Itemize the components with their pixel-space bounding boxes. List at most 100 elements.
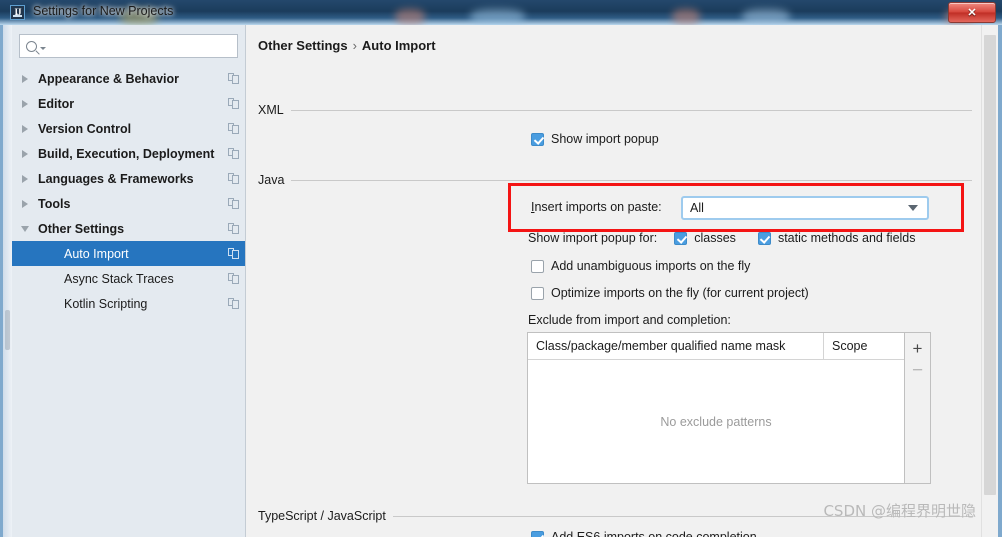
settings-tree: Appearance & Behavior Editor Version Contr… <box>12 66 245 316</box>
dialog-left-gutter <box>3 25 12 537</box>
checkbox-row-show-import-popup[interactable]: Show import popup <box>531 132 659 146</box>
exclude-table-empty-text: No exclude patterns <box>660 414 772 429</box>
checkbox-row-add-es6-imports[interactable]: Add ES6 imports on code completion <box>531 530 757 537</box>
sidebar-item-label: Build, Execution, Deployment <box>38 146 215 161</box>
copy-settings-icon[interactable] <box>228 273 239 284</box>
sidebar-item-build-execution-deployment[interactable]: Build, Execution, Deployment <box>12 141 245 166</box>
copy-settings-icon[interactable] <box>228 248 239 259</box>
sidebar-item-kotlin-scripting[interactable]: Kotlin Scripting <box>12 291 245 316</box>
sidebar-item-label: Tools <box>38 196 71 211</box>
column-header-scope[interactable]: Scope <box>824 333 904 359</box>
window-title: Settings for New Projects <box>33 4 174 18</box>
checkbox-label-add-es6-imports: Add ES6 imports on code completion <box>551 530 757 537</box>
checkbox-show-import-popup[interactable] <box>531 132 544 146</box>
copy-settings-icon[interactable] <box>228 98 239 109</box>
section-header-java: Java <box>258 173 972 187</box>
sidebar-item-async-stack-traces[interactable]: Async Stack Traces <box>12 266 245 291</box>
insert-imports-on-paste-select[interactable]: All <box>681 196 929 220</box>
watermark: CSDN @编程界明世隐 <box>823 502 976 520</box>
copy-settings-icon[interactable] <box>228 148 239 159</box>
chevron-right-icon[interactable] <box>22 74 28 83</box>
exclude-table-header: Class/package/member qualified name mask… <box>528 333 904 360</box>
checkbox-classes[interactable] <box>674 231 688 245</box>
chevron-down-icon <box>40 46 46 50</box>
checkbox-optimize-imports[interactable] <box>531 286 544 300</box>
sidebar-item-other-settings[interactable]: Other Settings <box>12 216 245 241</box>
copy-settings-icon[interactable] <box>228 298 239 309</box>
settings-dialog: Appearance & Behavior Editor Version Contr… <box>0 25 1002 537</box>
sidebar-item-editor[interactable]: Editor <box>12 91 245 116</box>
sidebar-item-auto-import[interactable]: Auto Import <box>12 241 245 266</box>
copy-settings-icon[interactable] <box>228 73 239 84</box>
sidebar-item-label: Kotlin Scripting <box>64 296 148 311</box>
checkbox-label-optimize-imports: Optimize imports on the fly (for current… <box>551 286 809 300</box>
section-rule <box>291 179 972 181</box>
sidebar-item-appearance-behavior[interactable]: Appearance & Behavior <box>12 66 245 91</box>
search-input[interactable] <box>51 38 225 54</box>
checkbox-add-es6-imports[interactable] <box>531 530 544 537</box>
breadcrumb-root[interactable]: Other Settings <box>258 38 348 53</box>
copy-settings-icon[interactable] <box>228 173 239 184</box>
exclude-table-body[interactable]: No exclude patterns <box>528 360 904 483</box>
sidebar-item-label: Editor <box>38 96 75 111</box>
sidebar-item-tools[interactable]: Tools <box>12 191 245 216</box>
checkbox-add-unambiguous-imports[interactable] <box>531 259 544 273</box>
show-import-popup-for-row: Show import popup for: classes static me… <box>528 231 916 245</box>
search-box[interactable] <box>19 34 238 58</box>
tree-expander[interactable] <box>12 225 38 232</box>
chevron-right-icon[interactable] <box>22 149 28 158</box>
chevron-right-icon[interactable] <box>22 99 28 108</box>
copy-settings-icon[interactable] <box>228 198 239 209</box>
checkbox-label-show-import-popup: Show import popup <box>551 132 659 146</box>
insert-imports-on-paste-label: Insert imports on paste: <box>531 200 662 214</box>
exclude-patterns-table: Class/package/member qualified name mask… <box>527 332 931 484</box>
sidebar-item-version-control[interactable]: Version Control <box>12 116 245 141</box>
tree-expander[interactable] <box>12 74 38 83</box>
checkbox-row-add-unambiguous[interactable]: Add unambiguous imports on the fly <box>531 259 750 273</box>
exclude-table-main: Class/package/member qualified name mask… <box>528 333 904 483</box>
section-label-java: Java <box>258 173 285 187</box>
sidebar-search-wrap <box>12 25 245 58</box>
sidebar-item-languages-frameworks[interactable]: Languages & Frameworks <box>12 166 245 191</box>
checkbox-label-classes: classes <box>694 231 736 245</box>
left-gutter-scroll-thumb[interactable] <box>5 310 10 350</box>
copy-settings-icon[interactable] <box>228 223 239 234</box>
section-label-typescript: TypeScript / JavaScript <box>258 509 386 523</box>
checkbox-static-methods-and-fields[interactable] <box>757 231 771 245</box>
chevron-right-icon[interactable] <box>22 174 28 183</box>
chevron-right-icon[interactable] <box>22 199 28 208</box>
search-icon <box>26 40 37 52</box>
chevron-down-icon[interactable] <box>21 225 29 232</box>
breadcrumb-current: Auto Import <box>361 38 436 53</box>
exclude-table-toolbar: + − <box>904 333 930 483</box>
copy-settings-icon[interactable] <box>228 123 239 134</box>
add-exclude-pattern-button[interactable]: + <box>907 337 929 359</box>
content-scrollbar[interactable] <box>981 25 998 537</box>
chevron-right-icon[interactable] <box>22 124 28 133</box>
content-scrollbar-thumb[interactable] <box>984 35 996 495</box>
breadcrumb-separator-icon: › <box>352 38 357 53</box>
tree-expander[interactable] <box>12 149 38 158</box>
tree-expander[interactable] <box>12 174 38 183</box>
sidebar-item-label: Other Settings <box>38 221 125 236</box>
checkbox-row-optimize-imports[interactable]: Optimize imports on the fly (for current… <box>531 286 809 300</box>
idea-logo-icon: IJ <box>10 5 25 20</box>
tree-expander[interactable] <box>12 199 38 208</box>
window-titlebar: IJ Settings for New Projects ✕ <box>0 0 1002 25</box>
chevron-down-icon <box>908 205 918 211</box>
section-label-xml: XML <box>258 103 284 117</box>
tree-expander[interactable] <box>12 99 38 108</box>
section-rule <box>290 109 972 111</box>
section-header-xml: XML <box>258 103 972 117</box>
column-header-name-mask[interactable]: Class/package/member qualified name mask <box>528 333 824 359</box>
checkbox-label-static-methods-and-fields: static methods and fields <box>777 231 916 245</box>
insert-imports-selected-value: All <box>690 201 704 215</box>
show-import-popup-for-label: Show import popup for: <box>528 231 658 245</box>
sidebar-item-label: Async Stack Traces <box>64 271 174 286</box>
close-window-button[interactable]: ✕ <box>948 2 996 23</box>
settings-sidebar: Appearance & Behavior Editor Version Contr… <box>12 25 246 537</box>
sidebar-item-label: Languages & Frameworks <box>38 171 194 186</box>
tree-expander[interactable] <box>12 124 38 133</box>
sidebar-item-label: Version Control <box>38 121 132 136</box>
breadcrumb: Other Settings › Auto Import <box>258 38 436 53</box>
